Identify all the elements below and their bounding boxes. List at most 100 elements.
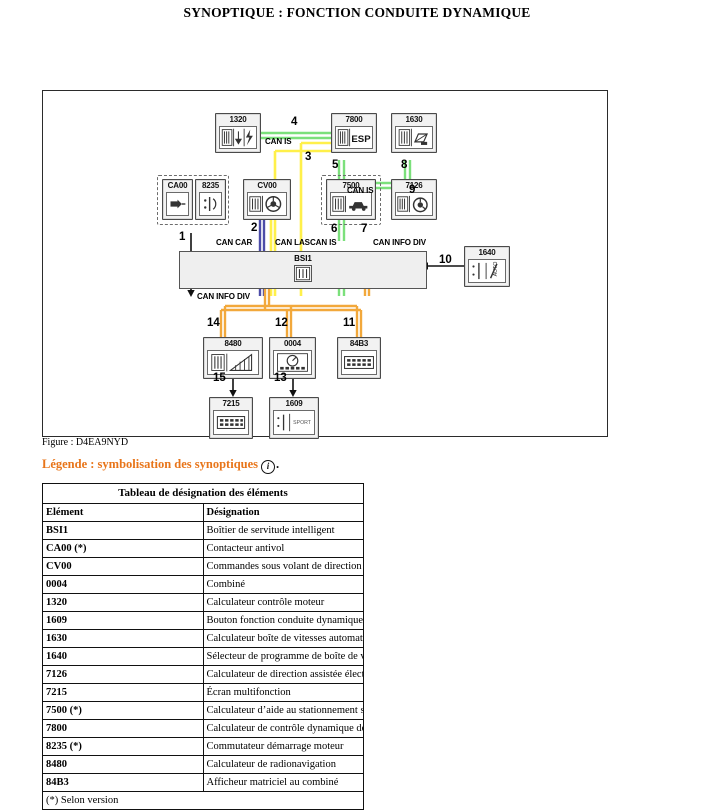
svg-text:SPORT: SPORT: [293, 420, 312, 426]
link-number-9: 9: [409, 184, 416, 196]
component-box-8235[interactable]: 8235: [195, 179, 226, 220]
header-element: Elément: [42, 503, 204, 522]
cell-designation: Afficheur matriciel au combiné: [202, 773, 364, 792]
esp-ecu-icon: ESP: [335, 126, 373, 149]
bus-label-can-las: CAN LAS: [275, 238, 310, 247]
component-label-CV00: CV00: [257, 181, 277, 190]
table-row: 1320 Calculateur contrôle moteur: [42, 593, 364, 612]
table-footnote-row: (*) Selon version: [42, 791, 364, 810]
bus-label-can-info-div-1: CAN INFO DIV: [373, 238, 427, 247]
component-label-1320: 1320: [229, 115, 247, 124]
bus-label-can-is-3: CAN IS: [310, 238, 337, 247]
info-icon[interactable]: i: [261, 460, 276, 474]
link-number-8: 8: [401, 159, 408, 171]
bus-label-can-info-div-2: CAN INFO DIV: [197, 292, 251, 301]
cell-element: 0004: [42, 575, 204, 594]
table-body: Tableau de désignation des éléments Elém…: [42, 483, 364, 810]
cell-designation: Calculateur contrôle moteur: [202, 593, 364, 612]
ecu-module-icon: [294, 265, 312, 282]
gearbox-ecu-icon: [395, 126, 433, 149]
component-box-CV00[interactable]: CV00: [243, 179, 291, 220]
cell-designation: Combiné: [202, 575, 364, 594]
cell-designation: Calculateur d’aide au stationnement semi…: [202, 701, 364, 720]
component-label-8235: 8235: [202, 181, 219, 190]
component-box-1609[interactable]: 1609 SPORT: [269, 397, 319, 439]
cell-element: 1640: [42, 647, 204, 666]
svg-text:AUTO: AUTO: [493, 262, 499, 277]
cell-element: 8235 (*): [42, 737, 204, 756]
link-number-13: 13: [274, 372, 287, 384]
component-box-7800[interactable]: 7800 ESP: [331, 113, 377, 153]
cell-element: 84B3: [42, 773, 204, 792]
cell-designation: Sélecteur de programme de boîte de vites…: [202, 647, 364, 666]
page-title: SYNOPTIQUE : FONCTION CONDUITE DYNAMIQUE: [183, 5, 531, 20]
cell-element: 7215: [42, 683, 204, 702]
component-label-7800: 7800: [345, 115, 363, 124]
link-number-3: 3: [305, 151, 312, 163]
cell-element: CA00 (*): [42, 539, 204, 558]
table-title: Tableau de désignation des éléments: [42, 483, 364, 504]
engine-ecu-icon: [219, 126, 257, 149]
table-row: 1609 Bouton fonction conduite dynamique: [42, 611, 364, 630]
synoptic-diagram-frame: 1320 7800 ESP 1630 CA00 8235 CV00 7500 7…: [42, 90, 608, 439]
cell-element: 7500 (*): [42, 701, 204, 720]
table-row: 7126 Calculateur de direction assistée él…: [42, 665, 364, 684]
cell-element: BSI1: [42, 521, 204, 540]
bsi1-label: BSI1: [294, 254, 312, 263]
component-box-1640[interactable]: 1640 AUTO: [464, 246, 510, 287]
component-label-0004: 0004: [284, 339, 301, 348]
legend-link[interactable]: Légende : symbolisation des synoptiques i…: [42, 457, 279, 474]
link-number-4: 4: [291, 116, 298, 128]
cell-designation: Bouton fonction conduite dynamique: [202, 611, 364, 630]
component-label-1609: 1609: [285, 399, 303, 408]
table-row: 1640Sélecteur de programme de boîte de v…: [42, 647, 364, 666]
link-number-14: 14: [207, 317, 220, 329]
component-box-8480[interactable]: 8480: [203, 337, 263, 379]
cell-designation: Calculateur de direction assistée électr…: [202, 665, 364, 684]
elements-designation-table: Tableau de désignation des éléments Elém…: [42, 483, 364, 810]
multifunction-screen-icon: [213, 410, 249, 435]
link-number-15: 15: [213, 372, 226, 384]
cell-element: 1630: [42, 629, 204, 648]
table-row: CV00 Commandes sous volant de direction: [42, 557, 364, 576]
component-box-84B3[interactable]: 84B3: [337, 337, 381, 379]
table-row: BSI1 Boîtier de servitude intelligent: [42, 521, 364, 540]
table-row: 7215 Écran multifonction: [42, 683, 364, 702]
table-header-row: Elément Désignation: [42, 503, 364, 522]
table-row: 1630 Calculateur boîte de vitesses automa…: [42, 629, 364, 648]
link-number-1: 1: [179, 231, 186, 243]
component-label-7215: 7215: [222, 399, 240, 408]
cell-element: CV00: [42, 557, 204, 576]
gearbox-selector-icon: AUTO: [468, 259, 506, 283]
matrix-display-icon: [341, 350, 377, 375]
cell-element: 7800: [42, 719, 204, 738]
starter-switch-icon: [199, 192, 222, 216]
component-label-1640: 1640: [478, 248, 496, 257]
component-label-1630: 1630: [405, 115, 423, 124]
table-footnote: (*) Selon version: [42, 791, 364, 810]
component-label-8480: 8480: [224, 339, 242, 348]
figure-caption: Figure : D4EA9NYD: [42, 437, 129, 448]
component-label-CA00: CA00: [167, 181, 188, 190]
cell-designation: Commandes sous volant de direction: [202, 557, 364, 576]
table-row: 0004 Combiné: [42, 575, 364, 594]
bus-label-can-is-1: CAN IS: [265, 137, 292, 146]
link-number-12: 12: [275, 317, 288, 329]
link-number-7: 7: [361, 223, 368, 235]
cell-designation: Commutateur démarrage moteur: [202, 737, 364, 756]
cell-designation: Boîtier de servitude intelligent: [202, 521, 364, 540]
legend-label: Légende : symbolisation des synoptiques: [42, 457, 259, 471]
component-box-CA00[interactable]: CA00: [162, 179, 193, 220]
bsi1-module-bar[interactable]: BSI1: [179, 251, 427, 289]
component-box-1320[interactable]: 1320: [215, 113, 261, 153]
cell-designation: Calculateur de radionavigation: [202, 755, 364, 774]
cell-element: 7126: [42, 665, 204, 684]
component-box-7215[interactable]: 7215: [209, 397, 253, 439]
cell-element: 8480: [42, 755, 204, 774]
dynamic-drive-button-icon: SPORT: [273, 410, 315, 435]
table-row: 8235 (*) Commutateur démarrage moteur: [42, 737, 364, 756]
component-box-1630[interactable]: 1630: [391, 113, 437, 153]
link-number-5: 5: [332, 159, 339, 171]
cell-designation: Écran multifonction: [202, 683, 364, 702]
link-number-11: 11: [343, 317, 356, 329]
